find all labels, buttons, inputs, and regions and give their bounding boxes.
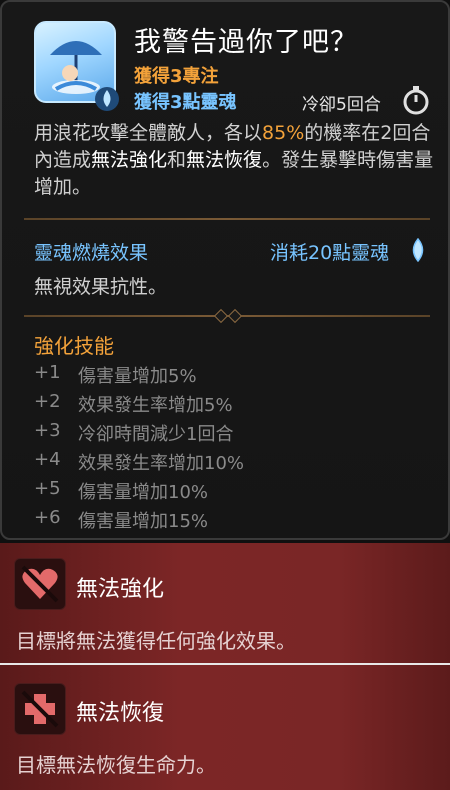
chance-percent: 85%	[262, 122, 305, 144]
enhance-item: +1 傷害量增加5%	[34, 362, 197, 387]
cooldown-label: 冷卻5回合	[302, 95, 381, 115]
debuff-no-heal-panel: 無法恢復 目標無法恢復生命力。	[0, 665, 450, 790]
skill-tooltip-card: 我警告過你了吧？ 獲得3專注 獲得3點靈魂 冷卻5回合 用浪花攻擊全體敵人，各以…	[0, 0, 450, 540]
keyword-no-heal: 無法恢復	[186, 149, 263, 171]
gain-focus-label: 獲得3專注	[134, 66, 219, 87]
gain-soul-label: 獲得3點靈魂	[134, 92, 237, 113]
stopwatch-icon	[403, 86, 429, 115]
skill-description: 用浪花攻擊全體敵人，各以85%的機率在2回合內造成無法強化和無法恢復。發生暴擊時…	[34, 122, 434, 198]
debuff-name: 無法強化	[76, 577, 165, 602]
enhance-item: +3 冷卻時間減少1回合	[34, 420, 234, 445]
soul-burn-text: 無視效果抗性。	[34, 276, 168, 298]
no-heal-icon	[14, 683, 66, 735]
skill-title: 我警告過你了吧？	[134, 27, 358, 58]
enhance-title: 強化技能	[34, 334, 114, 358]
debuff-no-buff-panel: 無法強化 目標將無法獲得任何強化效果。	[0, 543, 450, 663]
soul-drop-icon	[412, 237, 424, 263]
debuff-name: 無法恢復	[76, 701, 165, 726]
enhance-item: +6 傷害量增加15%	[34, 507, 209, 532]
section-divider	[24, 218, 430, 220]
keyword-no-buff: 無法強化	[91, 149, 168, 171]
debuff-text: 目標將無法獲得任何強化效果。	[16, 629, 296, 653]
debuff-text: 目標無法恢復生命力。	[16, 753, 216, 777]
section-divider-ornate	[24, 308, 430, 324]
enhance-item: +2 效果發生率增加5%	[34, 391, 233, 416]
broken-heart-icon	[14, 558, 66, 610]
enhance-item: +4 效果發生率增加10%	[34, 449, 245, 474]
soul-burn-title: 靈魂燃燒效果	[34, 242, 149, 264]
soul-drop-small-icon	[95, 87, 119, 111]
soul-burn-cost: 消耗20點靈魂	[270, 242, 390, 264]
enhance-item: +5 傷害量增加10%	[34, 478, 209, 503]
enhance-list: +1 傷害量增加5% +2 效果發生率增加5% +3 冷卻時間減少1回合 +4 效果發生…	[34, 362, 244, 536]
